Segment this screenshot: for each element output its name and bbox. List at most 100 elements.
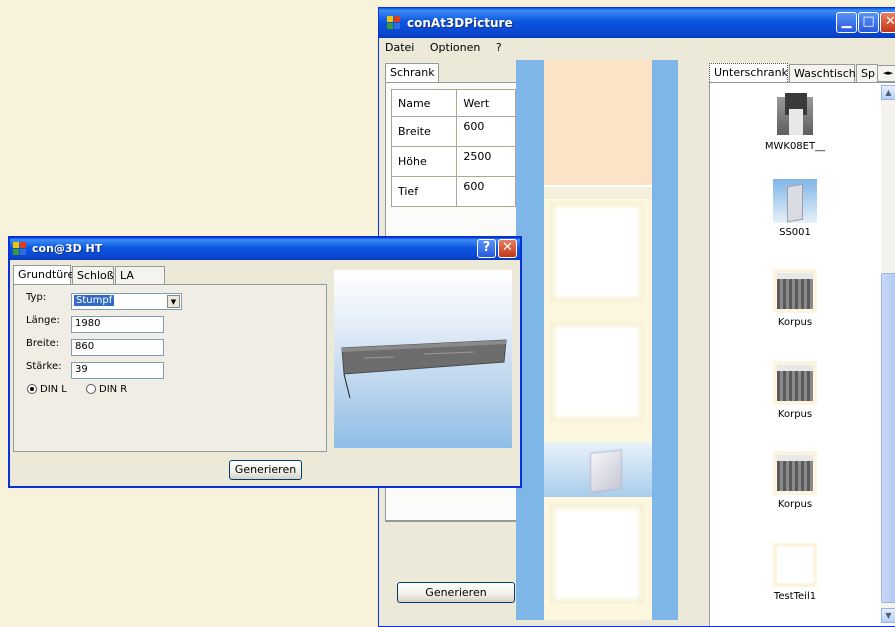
minimize-button[interactable]: ▁ (836, 12, 857, 33)
korpus-icon (773, 361, 817, 405)
grid-cell-name: Höhe (390, 146, 458, 177)
maximize-button[interactable]: □ (858, 12, 879, 33)
table-row[interactable]: Höhe 2500 (390, 146, 516, 177)
chevron-up-icon: ▲ (885, 88, 892, 97)
radio-checked-icon (27, 384, 37, 394)
preview-3d-item[interactable] (544, 442, 652, 497)
grid-cell-value[interactable]: 600 (456, 116, 516, 147)
preview-cube (590, 449, 622, 493)
list-item[interactable]: TestTeil1 (740, 543, 850, 602)
grid-cell-name: Tief (390, 176, 458, 207)
dialog-tabstrip: Grundtüre Schloß LA (13, 265, 327, 286)
tab-scroll-buttons[interactable]: ◄► (877, 65, 895, 82)
breite-label: Breite: (26, 338, 60, 349)
grid-header-row: Name Wert (390, 89, 516, 117)
library-scrollbar[interactable]: ▲ ▼ (881, 85, 895, 623)
left-tabstrip: Schrank (385, 63, 517, 84)
typ-select[interactable]: Stumpf ▼ (71, 293, 182, 310)
list-item[interactable]: Korpus (740, 269, 850, 328)
scroll-down-button[interactable]: ▼ (881, 608, 895, 623)
table-row[interactable]: Tief 600 (390, 176, 516, 207)
item-label: TestTeil1 (773, 591, 817, 602)
menu-help[interactable]: ? (490, 38, 508, 57)
preview-thumb[interactable] (550, 202, 644, 302)
menu-optionen[interactable]: Optionen (424, 38, 486, 57)
cabinet-corner-icon (773, 93, 817, 137)
preview-strip[interactable] (544, 60, 652, 620)
property-grid: Name Wert Breite 600 Höhe 2500 Tief 600 (390, 89, 516, 207)
preview-cabinet-top (544, 60, 652, 185)
main-window-title: conAt3DPicture (407, 16, 513, 30)
help-button[interactable]: ? (477, 239, 496, 258)
item-label: Korpus (777, 409, 813, 420)
chevron-down-icon[interactable]: ▼ (167, 295, 180, 308)
menu-datei[interactable]: Datei (379, 38, 420, 57)
menu-bar: Datei Optionen ? (379, 38, 895, 58)
korpus-icon (773, 269, 817, 313)
radio-din-r[interactable]: DIN R (86, 384, 127, 395)
typ-selected-value: Stumpf (74, 295, 115, 306)
preview-column (516, 60, 678, 620)
tab-sp[interactable]: Sp (856, 64, 878, 83)
scroll-up-button[interactable]: ▲ (881, 85, 895, 100)
preview-thumb[interactable] (550, 322, 644, 422)
grid-cell-value[interactable]: 2500 (456, 146, 516, 177)
staerke-field[interactable]: 39 (71, 362, 164, 379)
tab-unterschrank[interactable]: Unterschrank (709, 63, 788, 84)
door-dialog: con@3D HT ? ✕ Grundtüre Schloß LA Typ: S… (8, 236, 522, 488)
item-label: Korpus (777, 499, 813, 510)
close-icon: ✕ (502, 240, 513, 255)
app-icon (387, 16, 400, 29)
door-model-icon (341, 339, 507, 399)
list-item[interactable]: SS001 (740, 179, 850, 238)
preview-thumb[interactable] (550, 504, 644, 604)
right-tabstrip: Unterschrank Waschtisch Sp ◄► (709, 63, 895, 84)
tab-la[interactable]: LA (115, 266, 165, 285)
breite-field[interactable]: 860 (71, 339, 164, 356)
dialog-titlebar[interactable]: con@3D HT ? ✕ (10, 238, 520, 260)
dialog-generate-button[interactable]: Generieren (229, 460, 302, 480)
radio-unchecked-icon (86, 384, 96, 394)
scroll-thumb[interactable] (881, 273, 895, 603)
tab-grundtuere[interactable]: Grundtüre (13, 265, 74, 286)
tab-waschtisch[interactable]: Waschtisch (789, 64, 856, 83)
help-icon: ? (482, 240, 491, 255)
dialog-title: con@3D HT (32, 242, 103, 255)
maximize-icon: □ (862, 14, 875, 29)
panel-divider (386, 520, 516, 521)
close-button[interactable]: ✕ (880, 12, 895, 33)
grid-cell-name: Breite (390, 116, 458, 147)
blank-part-icon (773, 543, 817, 587)
minimize-icon: ▁ (841, 14, 852, 29)
list-item[interactable]: Korpus (740, 451, 850, 510)
item-label: MWK08ET__ (764, 141, 826, 152)
staerke-label: Stärke: (26, 361, 62, 372)
table-row[interactable]: Breite 600 (390, 116, 516, 147)
laenge-label: Länge: (26, 315, 60, 326)
radio-din-r-label: DIN R (99, 384, 128, 395)
tab-schloss[interactable]: Schloß (72, 266, 114, 285)
app-icon (13, 242, 26, 255)
library-panel: MWK08ET__ SS001 Korpus Korpus Korpus Tes… (709, 82, 895, 626)
laenge-field[interactable]: 1980 (71, 316, 164, 333)
typ-label: Typ: (26, 292, 47, 303)
main-titlebar[interactable]: conAt3DPicture ▁ □ ✕ (379, 8, 895, 38)
grid-cell-value[interactable]: 600 (456, 176, 516, 207)
list-item[interactable]: Korpus (740, 361, 850, 420)
tab-schrank[interactable]: Schrank (385, 63, 439, 84)
grid-header-wert: Wert (456, 89, 516, 117)
item-label: SS001 (779, 227, 811, 238)
main-generate-button[interactable]: Generieren (397, 582, 515, 603)
korpus-icon (773, 451, 817, 495)
preview-shelf (544, 185, 652, 199)
radio-din-l[interactable]: DIN L (27, 384, 67, 395)
glass-door-icon (773, 179, 817, 223)
list-item[interactable]: MWK08ET__ (740, 93, 850, 152)
radio-din-l-label: DIN L (40, 384, 67, 395)
close-icon: ✕ (885, 14, 895, 29)
dialog-close-button[interactable]: ✕ (498, 239, 517, 258)
door-3d-preview[interactable] (334, 270, 512, 448)
grid-header-name: Name (390, 89, 458, 117)
grundtuere-panel: Typ: Stumpf ▼ Länge: 1980 Breite: 860 St… (13, 284, 327, 452)
item-label: Korpus (777, 317, 813, 328)
